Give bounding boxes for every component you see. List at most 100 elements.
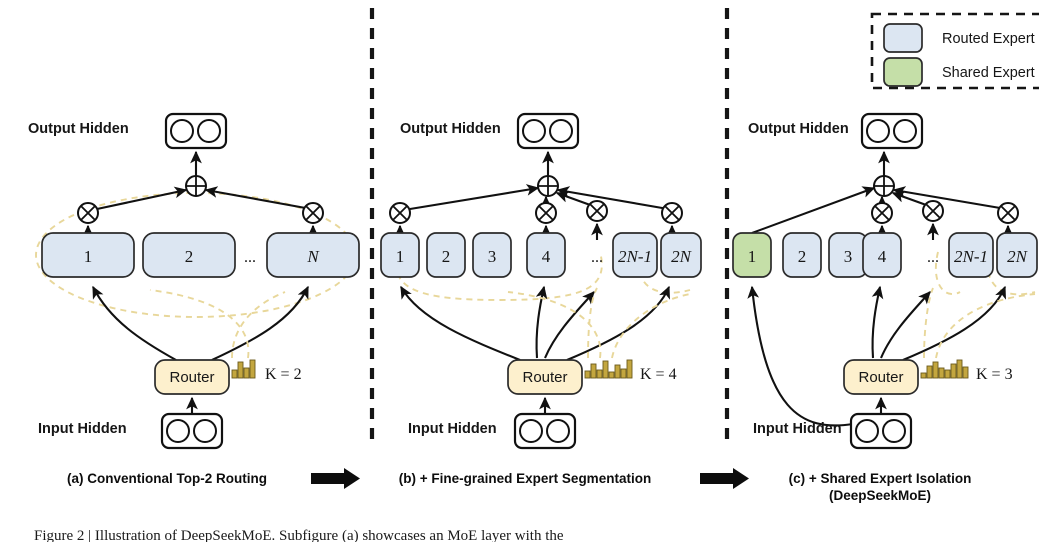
panel-c-expert-3[interactable]: 3 xyxy=(828,232,868,278)
panel-c-k-label: K = 3 xyxy=(976,366,1013,383)
panel-c-expert-3-label: 3 xyxy=(844,247,853,266)
panel-a-prod2-to-sum-edge xyxy=(204,186,312,211)
panel-a-sum-node xyxy=(185,175,207,197)
panel-a-router-to-expertn-edge xyxy=(211,285,309,361)
panel-a-expert-1-label: 1 xyxy=(84,247,93,266)
panel-c-input-to-shared-expert-edge xyxy=(747,285,854,427)
panel-b-input-hidden xyxy=(513,412,577,450)
figure-caption: Figure 2 | Illustration of DeepSeekMoE. … xyxy=(34,528,564,542)
right-arrow-icon xyxy=(700,468,749,489)
panel-b-expert-2n[interactable]: 2N xyxy=(660,232,702,278)
legend-label-shared-expert: Shared Expert xyxy=(942,65,1035,81)
panel-b-sum-node xyxy=(537,175,559,197)
panel-b-expert-2n-1[interactable]: 2N-1 xyxy=(612,232,658,278)
right-arrow-icon xyxy=(311,468,360,489)
panel-c-router[interactable]: Router xyxy=(843,359,919,395)
panel-b-prod1-to-sum-edge xyxy=(409,184,540,211)
panel-c-expert-4[interactable]: 4 xyxy=(862,232,902,278)
panel-a-prod1-to-sum-edge xyxy=(96,186,188,211)
panel-b-expert-2[interactable]: 2 xyxy=(426,232,466,278)
panel-b-product-node-2n xyxy=(661,202,683,224)
panel-c-expert-2[interactable]: 2 xyxy=(782,232,822,278)
panel-c-expert-2n[interactable]: 2N xyxy=(996,232,1038,278)
panel-b-expert-4[interactable]: 4 xyxy=(526,232,566,278)
two-circles-icon xyxy=(166,419,190,443)
panel-b-expert-4-label: 4 xyxy=(542,247,551,266)
panel-b-expert-3[interactable]: 3 xyxy=(472,232,512,278)
transition-arrow-2 xyxy=(700,468,749,489)
panel-c-expert-2n-1[interactable]: 2N-1 xyxy=(948,232,994,278)
panel-a-router[interactable]: Router xyxy=(154,359,230,395)
panel-b-router-label: Router xyxy=(522,369,567,386)
panel-b-gate-dashed-2 xyxy=(507,291,602,359)
panel-c-bar-chart-icon xyxy=(920,359,969,379)
panel-c-gate-dashed-2 xyxy=(935,293,1036,359)
panel-b-input-label: Input Hidden xyxy=(408,421,497,437)
panel-c-expert-2n-label: 2N xyxy=(1007,247,1029,266)
panel-c-router-to-expertmid-edge xyxy=(880,291,931,359)
panel-c-expert-4-label: 4 xyxy=(878,247,887,266)
panel-c-shared-expert-to-sum-edge xyxy=(751,186,876,234)
panel-b-caption: (b) + Fine-grained Expert Segmentation xyxy=(399,471,651,486)
panel-a-bar-chart-icon xyxy=(231,359,256,379)
panel-a-gate-dashed-2 xyxy=(149,289,250,359)
two-circles-icon xyxy=(855,419,879,443)
panel-a-input-hidden xyxy=(160,412,224,450)
panel-b-expert-1-label: 1 xyxy=(396,247,405,266)
panel-a-expert-n[interactable]: N xyxy=(266,232,360,278)
panel-c-output-label: Output Hidden xyxy=(748,121,849,137)
panel-c-expert-1-shared[interactable]: 1 xyxy=(732,232,772,278)
panel-b-output-label: Output Hidden xyxy=(400,121,501,137)
panel-a-output-label: Output Hidden xyxy=(28,121,129,137)
two-circles-icon xyxy=(522,119,546,143)
panel-a-product-node-2 xyxy=(302,202,324,224)
panel-a-caption: (a) Conventional Top-2 Routing xyxy=(67,471,267,486)
panel-b-expert-2n-label: 2N xyxy=(671,247,693,266)
panel-c-output-hidden xyxy=(860,112,924,150)
legend: Routed Expert Shared Expert xyxy=(870,12,1039,90)
panel-c-expert-1-label: 1 xyxy=(748,247,757,266)
panel-c-product-node-2n xyxy=(997,202,1019,224)
panel-a-expert-2-label: 2 xyxy=(185,247,194,266)
panel-a-input-label: Input Hidden xyxy=(38,421,127,437)
panel-b-router[interactable]: Router xyxy=(507,359,583,395)
panel-c-router-to-expert2n-edge xyxy=(902,285,1006,361)
panel-b: Output Hidden 1 2 3 4 ... 2N-1 2N Router… xyxy=(380,112,702,450)
panel-c: Output Hidden 1 2 3 4 ... 2N-1 2N Router… xyxy=(732,112,1038,450)
panel-a-ellipsis: ... xyxy=(244,249,256,266)
figure-canvas: Routed Expert Shared Expert Output Hidde… xyxy=(0,0,1039,542)
panel-c-product-node-4 xyxy=(871,202,893,224)
panel-c-expert-2n-1-label: 2N-1 xyxy=(954,247,988,266)
panel-c-ellipsis: ... xyxy=(927,249,939,266)
panel-c-input-hidden xyxy=(849,412,913,450)
panel-b-ellipsis: ... xyxy=(591,249,603,266)
panel-a-router-label: Router xyxy=(169,369,214,386)
panel-a-k-label: K = 2 xyxy=(265,366,302,383)
panel-b-expert-2-label: 2 xyxy=(442,247,451,266)
transition-arrow-1 xyxy=(311,468,360,489)
panel-b-bar-chart-icon xyxy=(584,359,633,379)
panel-c-router-to-expert4-edge xyxy=(871,285,884,359)
legend-swatch-shared-expert xyxy=(883,57,923,87)
panel-a-router-to-expert1-edge xyxy=(92,285,177,361)
panel-c-caption-line2: (DeepSeekMoE) xyxy=(829,488,931,503)
panel-b-expert-2n-1-label: 2N-1 xyxy=(618,247,652,266)
panel-a-expert-1[interactable]: 1 xyxy=(41,232,135,278)
panel-a-expert-2[interactable]: 2 xyxy=(142,232,236,278)
panel-b-expert-3-label: 3 xyxy=(488,247,497,266)
panel-a: Output Hidden 1 2 ... N Router K = 2 Inp… xyxy=(28,112,360,450)
panel-c-input-label: Input Hidden xyxy=(753,421,842,437)
panel-c-router-label: Router xyxy=(858,369,903,386)
panel-b-product-node-mid xyxy=(586,200,608,222)
panel-c-product-node-mid xyxy=(922,200,944,222)
deepseekmoe-diagram: Routed Expert Shared Expert Output Hidde… xyxy=(28,8,1039,542)
panel-b-expert-1[interactable]: 1 xyxy=(380,232,420,278)
panel-a-gate-dashed-1 xyxy=(231,291,286,359)
panel-c-caption: (c) + Shared Expert Isolation xyxy=(789,471,972,486)
panel-c-expert-2-label: 2 xyxy=(798,247,807,266)
panel-c-sum-node xyxy=(873,175,895,197)
panel-b-output-hidden xyxy=(516,112,580,150)
two-circles-icon xyxy=(519,419,543,443)
panel-a-expert-n-label: N xyxy=(306,247,320,266)
panel-a-product-node-1 xyxy=(77,202,99,224)
